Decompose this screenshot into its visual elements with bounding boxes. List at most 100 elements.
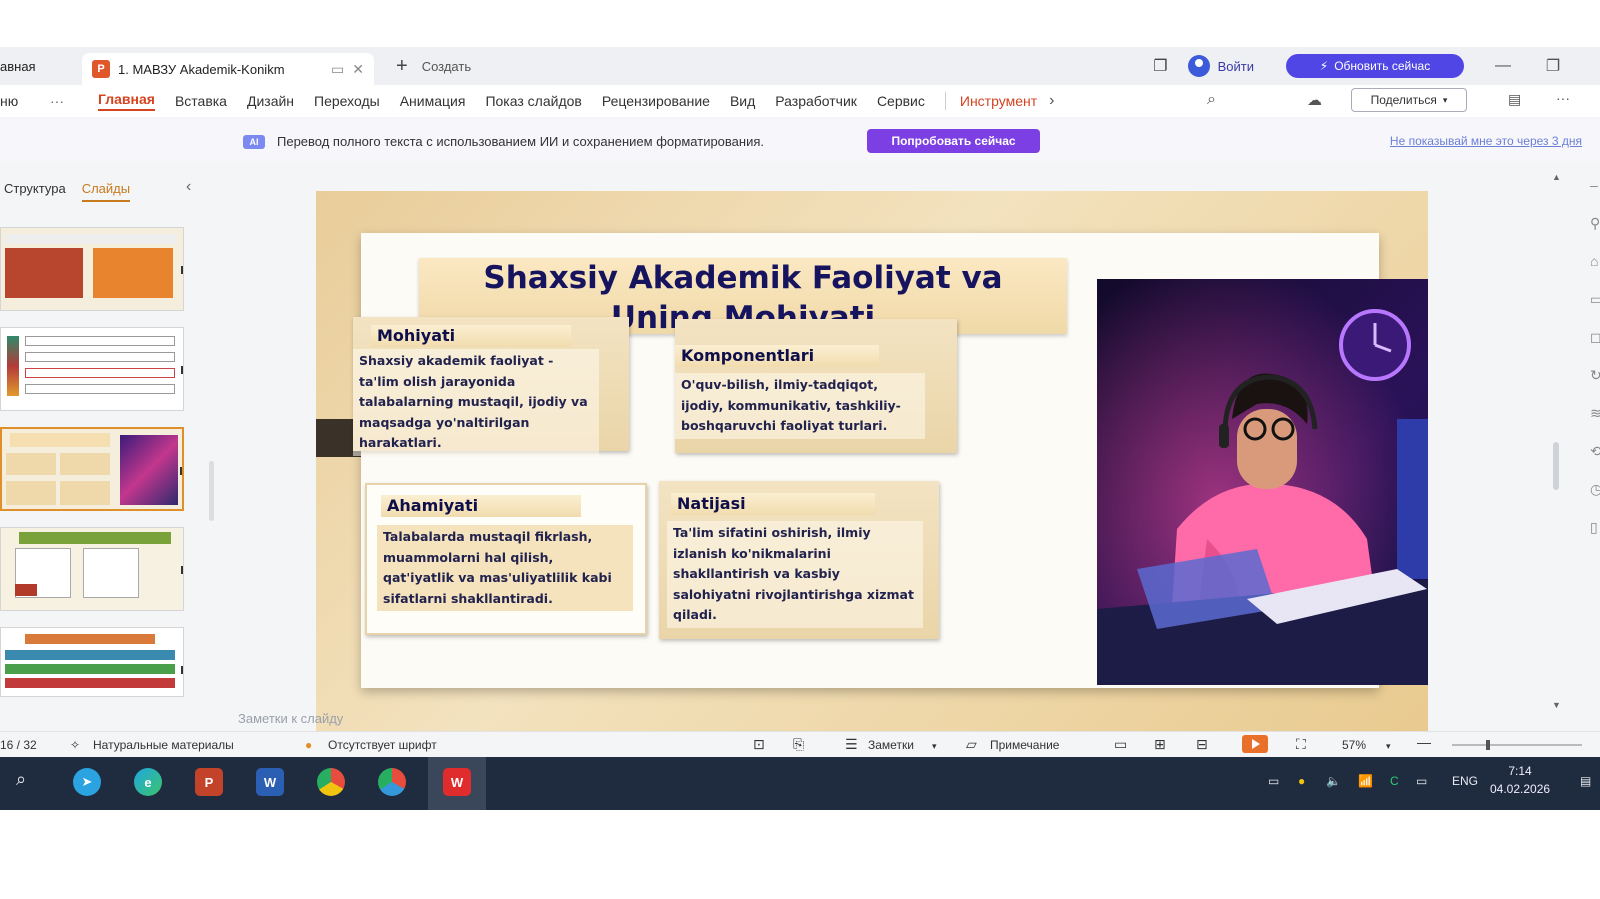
more-icon[interactable]: ··· <box>50 93 98 109</box>
login-button[interactable]: Войти <box>1187 55 1254 77</box>
document-tab-title: 1. МАВЗУ Akademik-Konikm <box>118 61 285 77</box>
notifications-icon[interactable]: ▤ <box>1580 774 1591 788</box>
search-icon[interactable]: ⌕ <box>16 769 26 790</box>
chrome-profile-icon[interactable] <box>378 768 406 796</box>
scroll-down-icon[interactable]: ▼ <box>1552 700 1561 710</box>
card-komponentlari[interactable]: Komponentlari O'quv-bilish, ilmiy-tadqiq… <box>675 319 957 453</box>
file-menu[interactable]: ню <box>0 93 50 109</box>
card-mohiyati[interactable]: Mohiyati Shaxsiy akademik faoliyat - ta'… <box>353 317 629 456</box>
fit-window-icon[interactable]: ⛶ <box>1296 736 1306 753</box>
word-icon[interactable]: W <box>256 768 284 796</box>
share-button[interactable]: Поделиться ▾ <box>1351 88 1467 112</box>
slide-thumbnail[interactable] <box>0 627 184 697</box>
tab-structure[interactable]: Структура <box>4 181 66 202</box>
chevron-down-icon[interactable]: ▾ <box>932 741 937 752</box>
tool-icon[interactable]: ▯ <box>1590 519 1598 536</box>
telegram-icon[interactable]: ➤ <box>73 768 101 796</box>
slide-notes-field[interactable]: Заметки к слайду <box>238 711 343 726</box>
home-tab-label: авная <box>0 58 36 74</box>
minimize-icon[interactable]: — <box>1478 57 1528 75</box>
tab-slideshow[interactable]: Показ слайдов <box>485 93 581 109</box>
tab-service[interactable]: Сервис <box>877 93 925 109</box>
tab-insert[interactable]: Вставка <box>175 93 227 109</box>
slide-thumbnail[interactable] <box>0 227 184 311</box>
document-tab[interactable]: P 1. МАВЗУ Akademik-Konikm ▭ ✕ <box>82 53 374 85</box>
tray-green-icon[interactable]: C <box>1390 774 1399 788</box>
reading-view-icon[interactable]: ⊟ <box>1196 736 1208 753</box>
collapse-panel-icon[interactable]: ‹ <box>186 178 191 196</box>
card-natijasi[interactable]: Natijasi Ta'lim sifatini oshirish, ilmiy… <box>659 481 939 639</box>
tool-icon[interactable]: ≋ <box>1590 405 1600 422</box>
tab-home[interactable]: Главная <box>98 91 155 111</box>
scroll-up-icon[interactable]: ▲ <box>1552 172 1561 182</box>
card-ahamiyati[interactable]: Ahamiyati Talabalarda mustaqil fikrlash,… <box>365 483 647 635</box>
tab-developer[interactable]: Разработчик <box>775 93 857 109</box>
tool-icon[interactable]: ◷ <box>1590 481 1600 498</box>
tool-icon[interactable]: ⌂ <box>1590 253 1598 269</box>
student-photo[interactable] <box>1097 279 1428 685</box>
tool-icon[interactable]: ↻ <box>1590 367 1600 384</box>
editor-scrollbar[interactable]: ▲ ▼ <box>1552 172 1561 732</box>
tool-icon[interactable]: ◻ <box>1590 329 1600 346</box>
comment-toggle[interactable]: Примечание <box>990 738 1059 752</box>
home-tab[interactable]: авная <box>0 47 82 85</box>
tab-review[interactable]: Рецензирование <box>602 93 710 109</box>
chrome-icon[interactable] <box>317 768 345 796</box>
panel-toggle-icon[interactable]: ▤ <box>1508 91 1521 108</box>
search-icon[interactable]: ⌕ <box>1207 91 1216 109</box>
try-now-button[interactable]: Попробовать сейчас <box>867 129 1040 153</box>
slideshow-play-icon[interactable] <box>1242 735 1268 753</box>
tab-design[interactable]: Дизайн <box>247 93 294 109</box>
volume-icon[interactable]: 🔈 <box>1326 774 1341 788</box>
slide-canvas[interactable]: Shaxsiy Akademik Faoliyat va Uning Mohiy… <box>316 191 1428 789</box>
cloud-sync-icon[interactable]: ☁ <box>1307 91 1322 109</box>
update-now-button[interactable]: ⚡ Обновить сейчас <box>1286 54 1464 78</box>
wps-office-icon[interactable]: W <box>443 768 471 796</box>
thumb-title <box>10 433 110 447</box>
powerpoint-icon[interactable]: P <box>195 768 223 796</box>
tab-slides[interactable]: Слайды <box>81 181 131 202</box>
tab-tools[interactable]: Инструмент <box>960 93 1037 109</box>
zoom-slider-handle[interactable] <box>1486 740 1490 750</box>
tool-icon[interactable]: – <box>1590 177 1598 193</box>
tab-view[interactable]: Вид <box>730 93 755 109</box>
close-tab-icon[interactable]: ✕ <box>352 61 364 78</box>
tab-window-icon[interactable]: ▭ <box>331 61 344 78</box>
materials-label[interactable]: Натуральные материалы <box>93 738 234 752</box>
panel-scrollbar[interactable] <box>209 461 214 521</box>
system-clock[interactable]: 7:14 04.02.2026 <box>1490 762 1550 798</box>
missing-font-label[interactable]: Отсутствует шрифт <box>328 738 437 752</box>
zoom-dropdown-icon[interactable]: ▾ <box>1386 741 1391 752</box>
more-options-icon[interactable]: ··· <box>1556 90 1570 106</box>
battery-icon[interactable]: ▭ <box>1416 774 1427 788</box>
tray-app-icon[interactable]: ● <box>1298 774 1305 788</box>
fit-slide-icon[interactable]: ⊡ <box>753 736 765 753</box>
zoom-level[interactable]: 57% <box>1342 738 1366 752</box>
tab-animation[interactable]: Анимация <box>400 93 466 109</box>
zoom-slider[interactable] <box>1452 744 1582 746</box>
tool-icon[interactable]: ⚲ <box>1590 215 1600 232</box>
input-language[interactable]: ENG <box>1452 774 1478 788</box>
tool-icon[interactable]: ⟲ <box>1590 443 1600 460</box>
tab-transitions[interactable]: Переходы <box>314 93 380 109</box>
tool-icon[interactable]: ▭ <box>1590 291 1600 308</box>
thumb-bar <box>5 664 175 674</box>
network-icon[interactable]: 📶 <box>1358 774 1373 788</box>
new-tab-button[interactable]: + Создать <box>396 55 471 78</box>
edge-icon[interactable]: e <box>134 768 162 796</box>
card-heading: Natijasi <box>671 493 875 515</box>
slide-thumbnail-selected[interactable] <box>0 427 184 511</box>
dismiss-banner-link[interactable]: Не показывай мне это через 3 дня <box>1390 134 1582 148</box>
grid-view-icon[interactable]: ⊞ <box>1154 736 1166 753</box>
tray-window-icon[interactable]: ▭ <box>1268 774 1279 788</box>
rotate-icon[interactable]: ⎘ <box>793 736 804 753</box>
normal-view-icon[interactable]: ▭ <box>1114 736 1127 753</box>
scrollbar-thumb[interactable] <box>1553 442 1559 490</box>
slide-thumbnail[interactable] <box>0 327 184 411</box>
zoom-out-icon[interactable]: — <box>1417 734 1431 750</box>
slide-thumbnail[interactable] <box>0 527 184 611</box>
window-layout-icon[interactable]: ❐ <box>1153 56 1167 76</box>
chevron-right-icon[interactable]: › <box>1049 92 1054 110</box>
notes-toggle[interactable]: Заметки <box>868 738 914 752</box>
restore-icon[interactable]: ❐ <box>1528 56 1578 76</box>
